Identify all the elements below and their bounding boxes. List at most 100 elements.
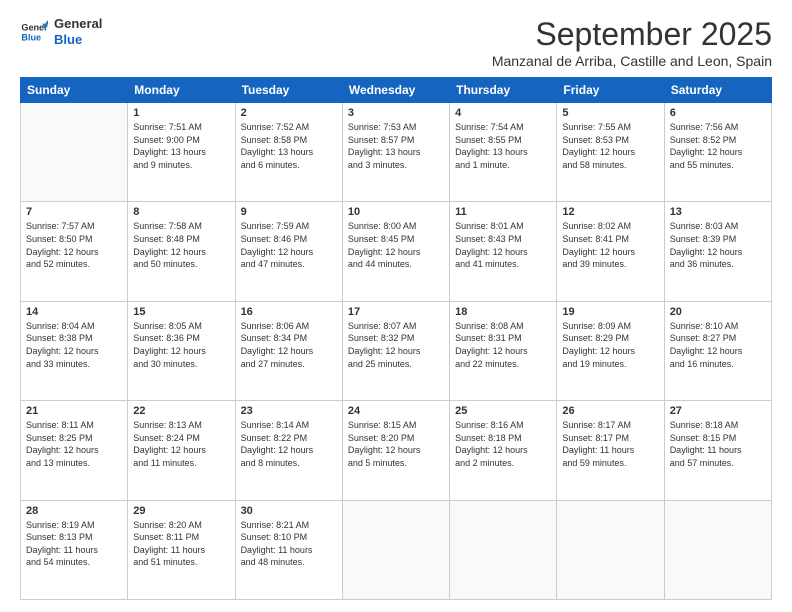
day-info: Sunrise: 7:55 AM Sunset: 8:53 PM Dayligh… — [562, 121, 658, 171]
day-info: Sunrise: 8:07 AM Sunset: 8:32 PM Dayligh… — [348, 320, 444, 370]
day-info: Sunrise: 8:02 AM Sunset: 8:41 PM Dayligh… — [562, 220, 658, 270]
day-number: 22 — [133, 405, 229, 417]
day-info: Sunrise: 8:01 AM Sunset: 8:43 PM Dayligh… — [455, 220, 551, 270]
subtitle: Manzanal de Arriba, Castille and Leon, S… — [492, 53, 772, 69]
calendar-cell: 10Sunrise: 8:00 AM Sunset: 8:45 PM Dayli… — [342, 202, 449, 301]
calendar-week-4: 21 Sunrise: 8:11 AM Sunset: 8:25 PM Dayli… — [21, 401, 772, 500]
day-number: 30 — [241, 505, 337, 517]
calendar-cell: 27Sunrise: 8:18 AM Sunset: 8:15 PM Dayli… — [664, 401, 771, 500]
calendar-cell — [342, 500, 449, 599]
calendar-cell: 14 Sunrise: 8:04 AM Sunset: 8:38 PM Dayli… — [21, 301, 128, 400]
day-number: 5 — [562, 107, 658, 119]
calendar-cell: 25Sunrise: 8:16 AM Sunset: 8:18 PM Dayli… — [450, 401, 557, 500]
logo: General Blue General Blue — [20, 16, 102, 47]
svg-text:Blue: Blue — [21, 32, 41, 42]
calendar-cell: 9 Sunrise: 7:59 AM Sunset: 8:46 PM Daylig… — [235, 202, 342, 301]
day-info: Sunrise: 8:10 AM Sunset: 8:27 PM Dayligh… — [670, 320, 766, 370]
day-number: 6 — [670, 107, 766, 119]
day-info: Sunrise: 8:14 AM Sunset: 8:22 PM Dayligh… — [241, 419, 337, 469]
calendar-cell: 6Sunrise: 7:56 AM Sunset: 8:52 PM Daylig… — [664, 103, 771, 202]
day-number: 14 — [26, 306, 122, 318]
weekday-header-tuesday: Tuesday — [235, 78, 342, 103]
day-info: Sunrise: 8:15 AM Sunset: 8:20 PM Dayligh… — [348, 419, 444, 469]
calendar-cell: 26 Sunrise: 8:17 AM Sunset: 8:17 PM Dayli… — [557, 401, 664, 500]
weekday-header-row: SundayMondayTuesdayWednesdayThursdayFrid… — [21, 78, 772, 103]
day-number: 23 — [241, 405, 337, 417]
calendar-table: SundayMondayTuesdayWednesdayThursdayFrid… — [20, 77, 772, 600]
day-number: 25 — [455, 405, 551, 417]
calendar-cell: 1Sunrise: 7:51 AM Sunset: 9:00 PM Daylig… — [128, 103, 235, 202]
calendar-cell — [557, 500, 664, 599]
day-info: Sunrise: 7:59 AM Sunset: 8:46 PM Dayligh… — [241, 220, 337, 270]
day-number: 12 — [562, 206, 658, 218]
day-info: Sunrise: 8:08 AM Sunset: 8:31 PM Dayligh… — [455, 320, 551, 370]
calendar-cell: 3 Sunrise: 7:53 AM Sunset: 8:57 PM Daylig… — [342, 103, 449, 202]
main-title: September 2025 — [492, 16, 772, 53]
day-number: 3 — [348, 107, 444, 119]
day-info: Sunrise: 7:53 AM Sunset: 8:57 PM Dayligh… — [348, 121, 444, 171]
day-info: Sunrise: 8:09 AM Sunset: 8:29 PM Dayligh… — [562, 320, 658, 370]
header: General Blue General Blue September 2025… — [20, 16, 772, 69]
calendar-cell: 18Sunrise: 8:08 AM Sunset: 8:31 PM Dayli… — [450, 301, 557, 400]
day-number: 19 — [562, 306, 658, 318]
calendar-cell: 28 Sunrise: 8:19 AM Sunset: 8:13 PM Dayli… — [21, 500, 128, 599]
day-number: 21 — [26, 405, 122, 417]
day-info: Sunrise: 7:54 AM Sunset: 8:55 PM Dayligh… — [455, 121, 551, 171]
calendar-cell: 8 Sunrise: 7:58 AM Sunset: 8:48 PM Daylig… — [128, 202, 235, 301]
day-number: 17 — [348, 306, 444, 318]
day-number: 2 — [241, 107, 337, 119]
day-info: Sunrise: 8:21 AM Sunset: 8:10 PM Dayligh… — [241, 519, 337, 569]
day-number: 1 — [133, 107, 229, 119]
calendar-week-2: 7Sunrise: 7:57 AM Sunset: 8:50 PM Daylig… — [21, 202, 772, 301]
day-number: 8 — [133, 206, 229, 218]
day-number: 11 — [455, 206, 551, 218]
calendar-cell: 7Sunrise: 7:57 AM Sunset: 8:50 PM Daylig… — [21, 202, 128, 301]
calendar-cell — [21, 103, 128, 202]
calendar-cell: 22 Sunrise: 8:13 AM Sunset: 8:24 PM Dayli… — [128, 401, 235, 500]
calendar-week-5: 28 Sunrise: 8:19 AM Sunset: 8:13 PM Dayli… — [21, 500, 772, 599]
weekday-header-friday: Friday — [557, 78, 664, 103]
day-number: 29 — [133, 505, 229, 517]
calendar-cell: 23 Sunrise: 8:14 AM Sunset: 8:22 PM Dayli… — [235, 401, 342, 500]
day-info: Sunrise: 8:03 AM Sunset: 8:39 PM Dayligh… — [670, 220, 766, 270]
day-info: Sunrise: 8:13 AM Sunset: 8:24 PM Dayligh… — [133, 419, 229, 469]
day-info: Sunrise: 8:00 AM Sunset: 8:45 PM Dayligh… — [348, 220, 444, 270]
logo-icon: General Blue — [20, 18, 48, 46]
weekday-header-monday: Monday — [128, 78, 235, 103]
calendar-cell: 17 Sunrise: 8:07 AM Sunset: 8:32 PM Dayli… — [342, 301, 449, 400]
calendar-cell — [664, 500, 771, 599]
calendar-cell: 2 Sunrise: 7:52 AM Sunset: 8:58 PM Daylig… — [235, 103, 342, 202]
calendar-cell: 29 Sunrise: 8:20 AM Sunset: 8:11 PM Dayli… — [128, 500, 235, 599]
logo-general: General — [54, 16, 102, 32]
day-number: 24 — [348, 405, 444, 417]
calendar-cell: 11 Sunrise: 8:01 AM Sunset: 8:43 PM Dayli… — [450, 202, 557, 301]
logo-blue: Blue — [54, 32, 102, 48]
day-info: Sunrise: 7:52 AM Sunset: 8:58 PM Dayligh… — [241, 121, 337, 171]
page: General Blue General Blue September 2025… — [0, 0, 792, 612]
calendar-cell: 24 Sunrise: 8:15 AM Sunset: 8:20 PM Dayli… — [342, 401, 449, 500]
day-number: 9 — [241, 206, 337, 218]
day-info: Sunrise: 7:58 AM Sunset: 8:48 PM Dayligh… — [133, 220, 229, 270]
day-number: 26 — [562, 405, 658, 417]
weekday-header-thursday: Thursday — [450, 78, 557, 103]
calendar-cell: 20 Sunrise: 8:10 AM Sunset: 8:27 PM Dayli… — [664, 301, 771, 400]
day-info: Sunrise: 8:20 AM Sunset: 8:11 PM Dayligh… — [133, 519, 229, 569]
calendar-week-1: 1Sunrise: 7:51 AM Sunset: 9:00 PM Daylig… — [21, 103, 772, 202]
calendar-cell: 12 Sunrise: 8:02 AM Sunset: 8:41 PM Dayli… — [557, 202, 664, 301]
calendar-cell — [450, 500, 557, 599]
day-number: 15 — [133, 306, 229, 318]
day-info: Sunrise: 8:11 AM Sunset: 8:25 PM Dayligh… — [26, 419, 122, 469]
weekday-header-sunday: Sunday — [21, 78, 128, 103]
day-info: Sunrise: 8:19 AM Sunset: 8:13 PM Dayligh… — [26, 519, 122, 569]
day-number: 20 — [670, 306, 766, 318]
calendar-week-3: 14 Sunrise: 8:04 AM Sunset: 8:38 PM Dayli… — [21, 301, 772, 400]
day-number: 4 — [455, 107, 551, 119]
calendar-cell: 15Sunrise: 8:05 AM Sunset: 8:36 PM Dayli… — [128, 301, 235, 400]
day-info: Sunrise: 8:06 AM Sunset: 8:34 PM Dayligh… — [241, 320, 337, 370]
day-info: Sunrise: 8:18 AM Sunset: 8:15 PM Dayligh… — [670, 419, 766, 469]
day-info: Sunrise: 8:17 AM Sunset: 8:17 PM Dayligh… — [562, 419, 658, 469]
calendar-cell: 21 Sunrise: 8:11 AM Sunset: 8:25 PM Dayli… — [21, 401, 128, 500]
day-info: Sunrise: 8:04 AM Sunset: 8:38 PM Dayligh… — [26, 320, 122, 370]
day-number: 28 — [26, 505, 122, 517]
calendar-cell: 13Sunrise: 8:03 AM Sunset: 8:39 PM Dayli… — [664, 202, 771, 301]
